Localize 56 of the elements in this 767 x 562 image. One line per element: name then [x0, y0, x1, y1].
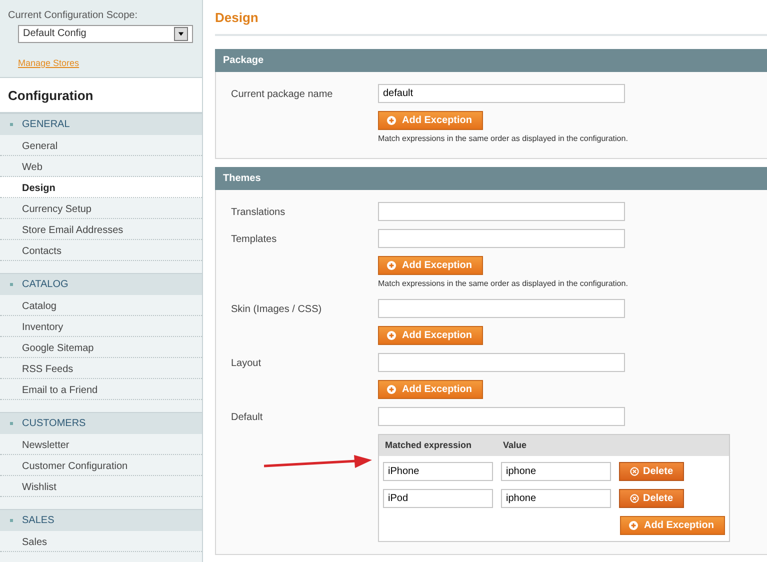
- help-text: Match expressions in the same order as displayed in the configuration.: [378, 132, 628, 145]
- plus-icon: [628, 521, 638, 530]
- section-header[interactable]: SALES: [0, 508, 202, 530]
- text-field[interactable]: [378, 352, 625, 372]
- field-label: Templates: [231, 232, 278, 246]
- bullet-icon: [10, 122, 13, 126]
- plus-icon: [387, 116, 396, 124]
- text-field[interactable]: [378, 406, 625, 426]
- sidebar-item[interactable]: Google Sitemap: [0, 336, 202, 358]
- field-label: Layout: [231, 356, 262, 370]
- text-field[interactable]: [378, 298, 625, 318]
- expression-field[interactable]: iPod: [383, 489, 493, 508]
- value-field[interactable]: iphone: [501, 489, 611, 508]
- bullet-icon: [10, 422, 13, 424]
- bullet-icon: [10, 518, 13, 522]
- sidebar-item[interactable]: RSS Feeds: [0, 358, 202, 378]
- dropdown-icon[interactable]: [174, 27, 188, 41]
- help-text: Match expressions in the same order as displayed in the configuration.: [378, 278, 628, 290]
- section-header[interactable]: GENERAL: [0, 112, 202, 134]
- expression-field[interactable]: iPhone: [383, 462, 493, 481]
- field-label: Default: [231, 410, 264, 424]
- sidebar-item[interactable]: Design: [0, 176, 202, 198]
- delete-icon: [630, 467, 639, 476]
- text-field[interactable]: default: [378, 84, 625, 102]
- column-header: Value: [503, 438, 527, 452]
- section-header[interactable]: CATALOG: [0, 272, 202, 294]
- section-header-bar: Package: [215, 48, 767, 72]
- delete-icon: [630, 494, 639, 503]
- plus-icon: [387, 384, 396, 394]
- sidebar-item[interactable]: Sales: [0, 530, 202, 552]
- sidebar-item[interactable]: Wishlist: [0, 476, 202, 496]
- sidebar-heading: Configuration: [0, 78, 202, 112]
- sidebar-item[interactable]: Catalog: [0, 294, 202, 316]
- page-title: Design: [215, 8, 767, 36]
- sidebar-item[interactable]: Customer Configuration: [0, 454, 202, 476]
- field-label: Translations: [231, 206, 286, 220]
- section-header[interactable]: CUSTOMERS: [0, 412, 202, 434]
- field-label: Skin (Images / CSS): [231, 302, 323, 316]
- sidebar-item[interactable]: Newsletter: [0, 434, 202, 454]
- field-label: Current package name: [231, 88, 334, 102]
- scope-select[interactable]: Default Config: [18, 25, 193, 43]
- text-field[interactable]: [378, 228, 625, 248]
- plus-icon: [387, 260, 396, 270]
- sidebar-item[interactable]: Email to a Friend: [0, 378, 202, 400]
- sidebar-item[interactable]: Currency Setup: [0, 198, 202, 218]
- sidebar-item[interactable]: Inventory: [0, 316, 202, 336]
- value-field[interactable]: iphone: [501, 462, 611, 481]
- scope-label: Current Configuration Scope:: [8, 9, 139, 23]
- sidebar-item[interactable]: General: [0, 134, 202, 156]
- bullet-icon: [10, 282, 13, 286]
- sidebar-item[interactable]: Store Email Addresses: [0, 218, 202, 240]
- sidebar-item[interactable]: Contacts: [0, 240, 202, 260]
- section-header-bar: Themes: [215, 166, 767, 190]
- plus-icon: [387, 330, 396, 340]
- column-header: Matched expression: [385, 438, 473, 452]
- text-field[interactable]: [378, 202, 625, 220]
